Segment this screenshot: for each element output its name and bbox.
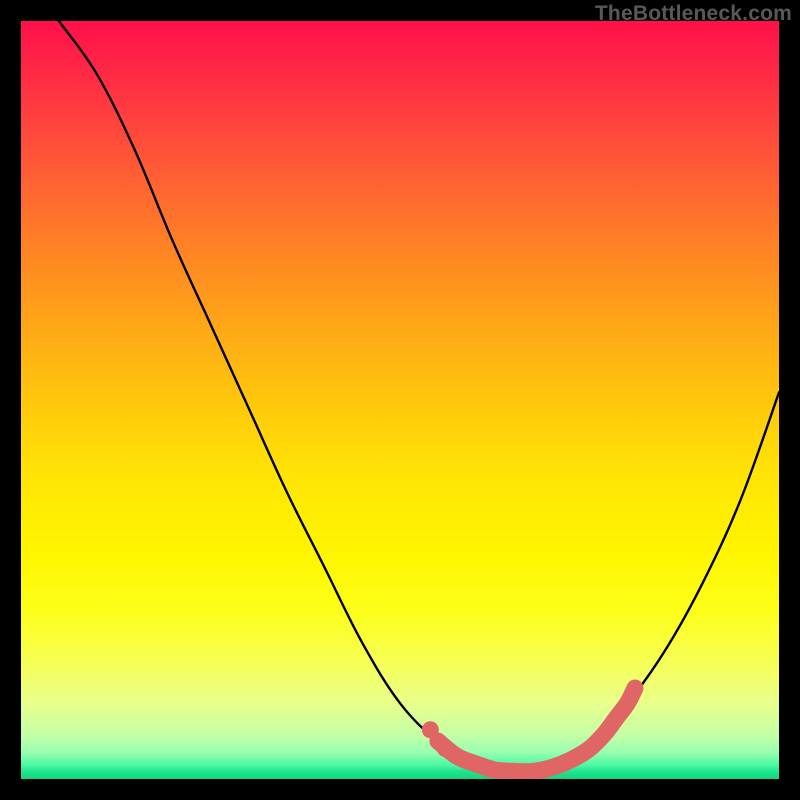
highlight-dot (422, 721, 439, 738)
bottleneck-curve (59, 21, 779, 772)
chart-svg (21, 21, 779, 779)
highlight-dot (437, 740, 454, 757)
optimal-range-highlight (438, 688, 635, 772)
chart-frame: TheBottleneck.com (0, 0, 800, 800)
plot-area (21, 21, 779, 779)
watermark-text: TheBottleneck.com (595, 2, 792, 26)
